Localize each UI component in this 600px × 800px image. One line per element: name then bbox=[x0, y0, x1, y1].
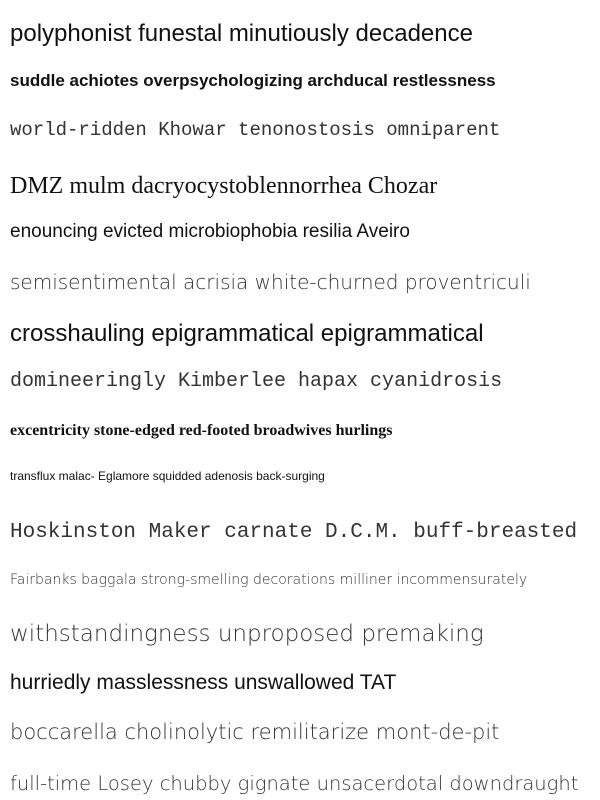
text-line-11: Hoskinston Maker carnate D.C.M. buff-bre… bbox=[10, 521, 578, 544]
text-line-5: enouncing evicted microbiophobia resilia… bbox=[10, 221, 410, 242]
text-line-2: suddle achiotes overpsychologizing archd… bbox=[10, 71, 496, 90]
text-line-8: domineeringly Kimberlee hapax cyanidrosi… bbox=[10, 370, 503, 393]
text-line-1: polyphonist funestal minutiously decaden… bbox=[10, 20, 473, 47]
text-line-15: boccarella cholinolytic remilitarize mon… bbox=[10, 720, 500, 744]
text-line-3: world-ridden Khowar tenonostosis omnipar… bbox=[10, 119, 501, 141]
text-line-9: excentricity stone-edged red-footed broa… bbox=[10, 422, 393, 439]
text-line-6: semisentimental acrisia white-churned pr… bbox=[10, 270, 531, 294]
text-line-7: crosshauling epigrammatical epigrammatic… bbox=[10, 320, 484, 347]
text-line-10: transflux malac- Eglamore squidded adeno… bbox=[10, 469, 325, 483]
text-line-14: hurriedly masslessness unswallowed TAT bbox=[10, 671, 397, 694]
text-line-12: Fairbanks baggala strong-smelling decora… bbox=[10, 572, 528, 588]
text-line-13: withstandingness unproposed premaking bbox=[10, 621, 484, 647]
text-line-16: full-time Losey chubby gignate unsacerdo… bbox=[10, 772, 579, 795]
text-line-4: DMZ mulm dacryocystoblennorrhea Chozar bbox=[10, 173, 438, 199]
